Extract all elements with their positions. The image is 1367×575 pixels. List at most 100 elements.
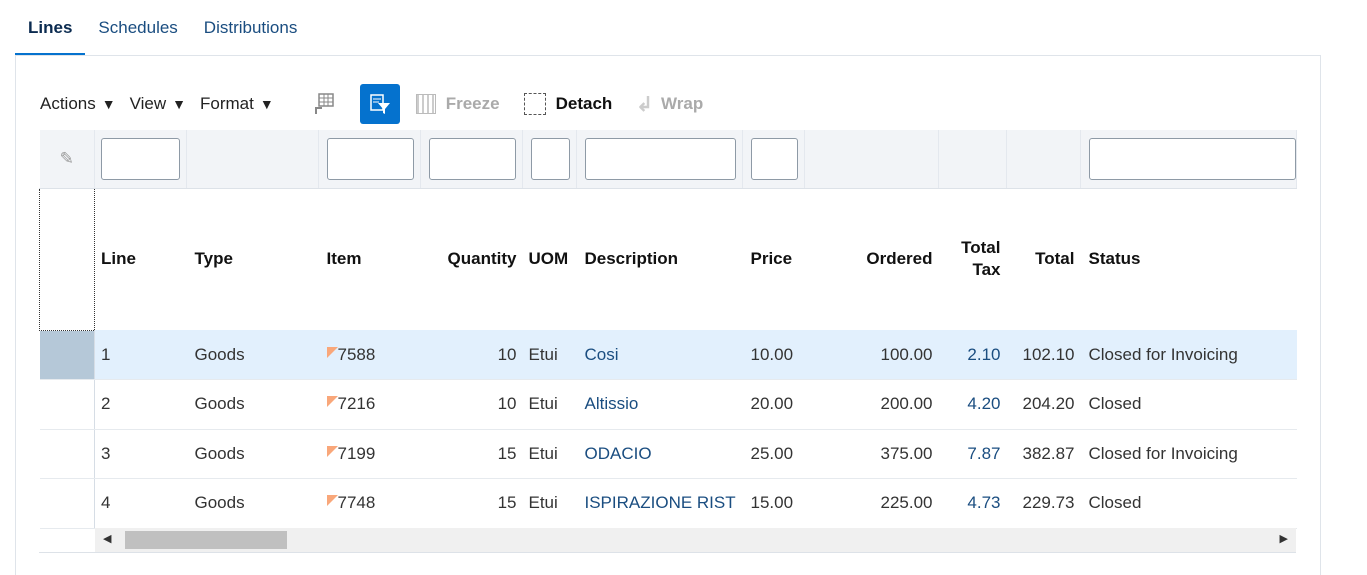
row-header[interactable] — [39, 429, 95, 479]
type-cell: Goods — [186, 330, 319, 380]
ordered-cell: 100.00 — [804, 330, 939, 380]
detach-button[interactable]: Detach — [523, 93, 612, 115]
col-description[interactable]: Description — [577, 188, 743, 330]
description-link[interactable]: ODACIO — [576, 429, 743, 479]
freeze-icon — [415, 94, 436, 114]
description-filter-input[interactable] — [585, 137, 736, 180]
uom-cell: Etui — [522, 478, 577, 529]
col-ordered[interactable]: Ordered — [805, 188, 939, 330]
divider — [39, 552, 1296, 553]
table-row[interactable]: 4 Goods 7748 15 Etui ISPIRAZIONE RIST 15… — [39, 478, 1297, 529]
quantity-cell: 15 — [420, 478, 523, 529]
col-status[interactable]: Status — [1081, 188, 1297, 330]
uom-cell: Etui — [522, 429, 577, 479]
quantity-cell: 10 — [420, 379, 523, 430]
col-total-tax[interactable]: Total Tax — [939, 188, 1007, 330]
item-value: 7748 — [337, 493, 376, 513]
freeze-label: Freeze — [445, 94, 500, 113]
col-price[interactable]: Price — [743, 188, 805, 330]
tab-lines[interactable]: Lines — [15, 0, 86, 56]
total-cell: 102.10 — [1006, 330, 1081, 380]
uom-filter-input[interactable] — [531, 137, 570, 180]
price-cell: 20.00 — [742, 379, 805, 430]
col-item[interactable]: Item — [319, 188, 421, 330]
description-link[interactable]: ISPIRAZIONE RIST — [576, 478, 743, 529]
col-total[interactable]: Total — [1007, 188, 1081, 330]
item-value: 7588 — [337, 344, 376, 364]
select-all-header[interactable] — [39, 187, 95, 331]
col-line[interactable]: Line — [95, 188, 187, 330]
format-label: Format — [200, 94, 254, 113]
scroll-right-icon[interactable]: ▶ — [1280, 532, 1288, 545]
quantity-cell: 10 — [420, 330, 523, 380]
total-cell: 382.87 — [1006, 429, 1081, 479]
wrap-button[interactable]: ↲ Wrap — [636, 92, 703, 117]
item-value: 7216 — [337, 394, 376, 414]
detach-icon — [523, 93, 546, 115]
quantity-filter-input[interactable] — [429, 137, 516, 180]
header-row: Line Type Item Quantity UOM Description … — [39, 187, 1297, 331]
filter-icon — [369, 94, 390, 114]
actions-label: Actions — [40, 94, 96, 113]
line-cell: 4 — [94, 478, 187, 529]
view-menu[interactable]: View ▼ — [130, 94, 186, 114]
row-header[interactable] — [39, 330, 95, 380]
col-total-tax-line1: Total — [961, 238, 1001, 258]
query-by-example-button[interactable] — [359, 84, 400, 124]
line-cell: 2 — [94, 379, 187, 430]
col-quantity[interactable]: Quantity — [421, 188, 523, 330]
flag-icon — [326, 495, 338, 507]
filter-row: ✎ — [39, 130, 1297, 189]
tab-schedules[interactable]: Schedules — [85, 0, 190, 56]
scrollbar-thumb[interactable] — [125, 531, 287, 549]
table-row[interactable]: 2 Goods 7216 10 Etui Altissio 20.00 200.… — [39, 379, 1297, 430]
price-filter-input[interactable] — [751, 137, 798, 180]
item-filter-input[interactable] — [327, 137, 414, 180]
tab-distributions[interactable]: Distributions — [191, 0, 311, 56]
total-tax-link[interactable]: 4.20 — [938, 379, 1007, 430]
line-cell: 3 — [94, 429, 187, 479]
flag-icon — [326, 346, 338, 358]
total-tax-link[interactable]: 4.73 — [938, 478, 1007, 529]
total-cell: 204.20 — [1006, 379, 1081, 430]
row-header[interactable] — [39, 478, 95, 529]
lines-table: ✎ Line Type Item Quantity UOM Descriptio… — [39, 130, 1297, 529]
row-header[interactable] — [39, 379, 95, 430]
price-cell: 10.00 — [742, 330, 805, 380]
total-tax-link[interactable]: 7.87 — [938, 429, 1007, 479]
description-link[interactable]: Cosi — [576, 330, 743, 380]
status-cell: Closed for Invoicing — [1080, 330, 1297, 380]
status-filter-input[interactable] — [1089, 137, 1296, 180]
total-tax-link[interactable]: 2.10 — [938, 330, 1007, 380]
item-value: 7199 — [337, 443, 376, 463]
uom-cell: Etui — [522, 379, 577, 430]
scroll-left-icon[interactable]: ◀ — [103, 532, 111, 545]
freeze-button[interactable]: Freeze — [415, 94, 500, 114]
table-row[interactable]: 1 Goods 7588 10 Etui Cosi 10.00 100.00 2… — [39, 330, 1297, 380]
col-type[interactable]: Type — [187, 188, 319, 330]
line-cell: 1 — [94, 330, 187, 380]
clear-filter-icon[interactable]: ✎ — [39, 130, 95, 189]
type-cell: Goods — [186, 478, 319, 529]
export-icon[interactable] — [304, 84, 344, 124]
format-menu[interactable]: Format ▼ — [200, 94, 274, 114]
ordered-cell: 225.00 — [804, 478, 939, 529]
line-filter-input[interactable] — [101, 137, 180, 180]
flag-icon — [326, 445, 338, 457]
description-link[interactable]: Altissio — [576, 379, 743, 430]
col-total-tax-line2: Tax — [972, 260, 1001, 280]
price-cell: 15.00 — [742, 478, 805, 529]
total-cell: 229.73 — [1006, 478, 1081, 529]
item-cell: 7199 — [318, 429, 421, 479]
actions-menu[interactable]: Actions ▼ — [40, 94, 116, 114]
table-row[interactable]: 3 Goods 7199 15 Etui ODACIO 25.00 375.00… — [39, 429, 1297, 479]
item-cell: 7216 — [318, 379, 421, 430]
col-uom[interactable]: UOM — [523, 188, 577, 330]
chevron-down-icon: ▼ — [259, 96, 274, 112]
item-cell: 7748 — [318, 478, 421, 529]
horizontal-scrollbar[interactable]: ◀ ▶ — [95, 528, 1296, 552]
price-cell: 25.00 — [742, 429, 805, 479]
item-cell: 7588 — [318, 330, 421, 380]
type-cell: Goods — [186, 379, 319, 430]
view-label: View — [129, 94, 167, 113]
